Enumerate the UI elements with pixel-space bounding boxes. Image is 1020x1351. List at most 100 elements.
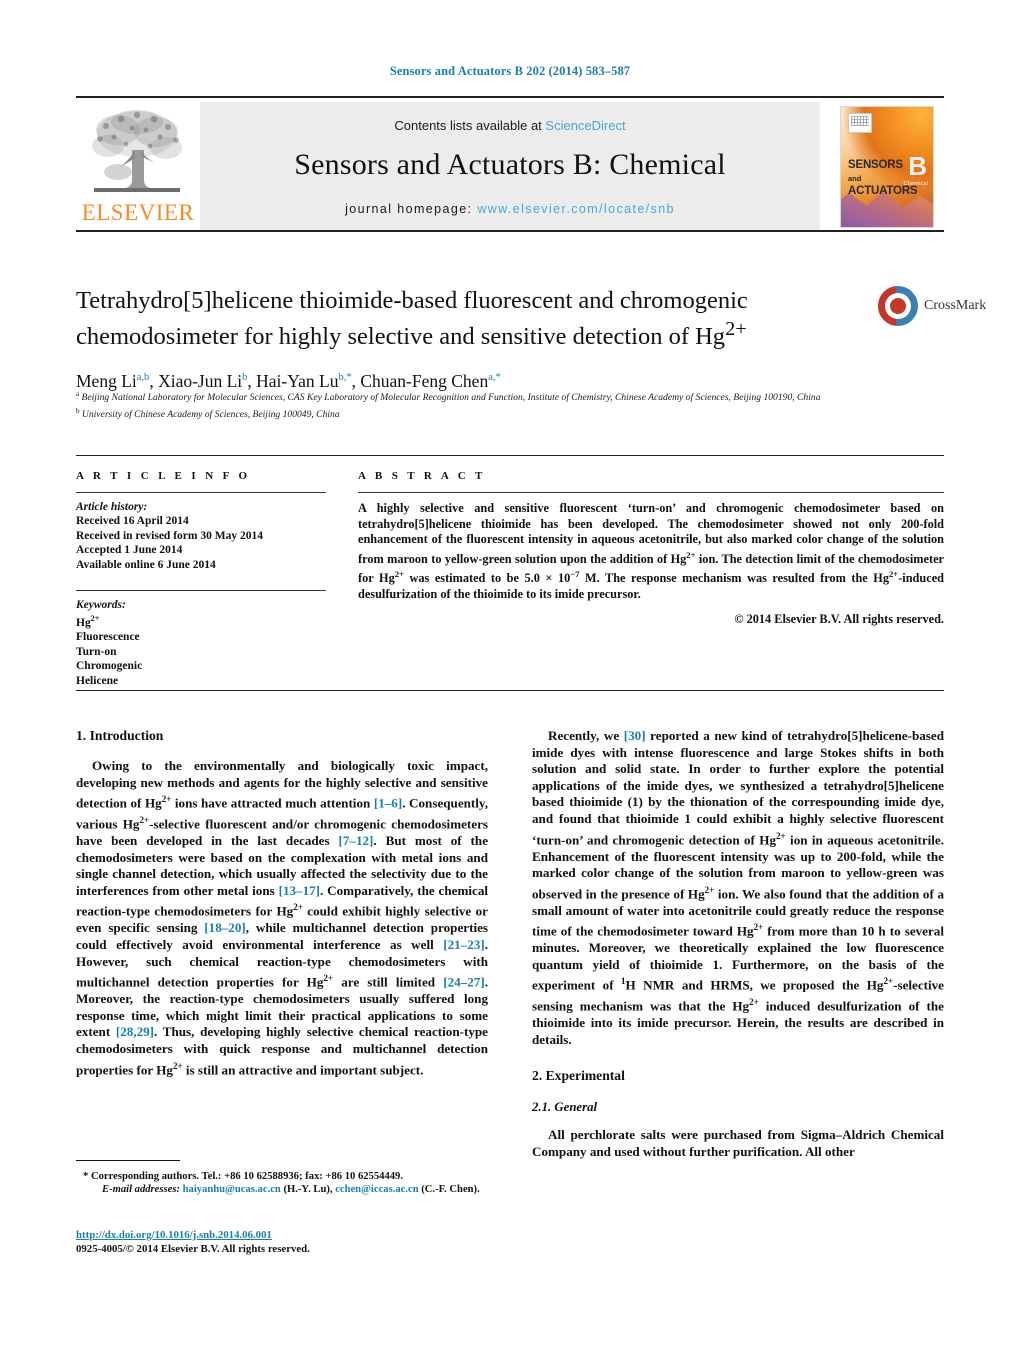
email-link-1[interactable]: haiyanhu@ucas.ac.cn <box>183 1184 281 1195</box>
title-line-2: chemodosimeter for highly selective and … <box>76 323 726 351</box>
cover-line1-small: and <box>848 173 862 183</box>
inline-superscript: 2+ <box>883 976 894 987</box>
inline-superscript: 2+ <box>139 815 150 826</box>
affiliation-a-text: Beijing National Laboratory for Molecula… <box>81 392 821 404</box>
sciencedirect-link[interactable]: ScienceDirect <box>545 118 625 133</box>
abstract-divider <box>358 492 944 493</box>
doi-link[interactable]: http://dx.doi.org/10.1016/j.snb.2014.06.… <box>76 1228 506 1242</box>
title-superscript: 2+ <box>725 318 747 340</box>
doi-block: http://dx.doi.org/10.1016/j.snb.2014.06.… <box>76 1228 506 1256</box>
journal-masthead: ELSEVIER Contents lists available at Sci… <box>76 96 944 232</box>
author-1-affil: a,b <box>136 372 150 384</box>
email-note: E-mail addresses: haiyanhu@ucas.ac.cn (H… <box>76 1183 506 1196</box>
body-right-column: Recently, we [30] reported a new kind of… <box>532 728 944 1161</box>
keywords-divider <box>76 590 326 591</box>
article-info-heading: A R T I C L E I N F O <box>76 470 251 482</box>
history-received: Received 16 April 2014 <box>76 515 189 527</box>
crossmark-inner-dot-icon <box>890 298 906 314</box>
journal-homepage-line: journal homepage: www.elsevier.com/locat… <box>200 202 820 216</box>
issn-copyright-line: 0925-4005/© 2014 Elsevier B.V. All right… <box>76 1243 310 1255</box>
inline-superscript: 2+ <box>323 973 334 984</box>
page-title: Tetrahydro[5]helicene thioimide-based fl… <box>76 286 866 351</box>
abstract-copyright: © 2014 Elsevier B.V. All rights reserved… <box>734 611 944 626</box>
masthead-center-panel: Contents lists available at ScienceDirec… <box>200 102 820 230</box>
affiliation-b: b University of Chinese Academy of Scien… <box>76 405 866 422</box>
inline-superscript: 2+ <box>776 830 786 841</box>
inline-superscript: 2+ <box>172 1060 183 1071</box>
history-online: Available online 6 June 2014 <box>76 558 216 571</box>
footnote-block: * Corresponding authors. Tel.: +86 10 62… <box>76 1170 506 1197</box>
abstract-text: A highly selective and sensitive fluores… <box>358 501 944 603</box>
keyword-item: Helicene <box>76 674 119 687</box>
section-heading-experimental: 2. Experimental <box>532 1068 625 1084</box>
email-label: E-mail addresses: <box>102 1184 180 1196</box>
journal-cover-thumbnail: SENSORS and ACTUATORS B Chemical <box>832 102 942 230</box>
info-section-top-rule <box>76 455 944 456</box>
homepage-label: journal homepage: <box>345 202 478 216</box>
crossmark-label: CrossMark <box>924 298 987 313</box>
elsevier-wordmark: ELSEVIER <box>81 200 195 225</box>
email-link-2[interactable]: cchen@iccas.ac.cn <box>335 1184 418 1195</box>
article-info-divider <box>76 492 326 493</box>
history-accepted: Accepted 1 June 2014 <box>76 544 183 556</box>
elsevier-logo: ELSEVIER <box>76 102 198 230</box>
contents-available-line: Contents lists available at ScienceDirec… <box>200 118 820 133</box>
cover-title-text: SENSORS and ACTUATORS <box>848 159 918 198</box>
corresponding-author-note: * Corresponding authors. Tel.: +86 10 62… <box>76 1170 506 1183</box>
section-heading-introduction: 1. Introduction <box>76 728 164 743</box>
keyword-item: Fluorescence <box>76 631 140 644</box>
keyword-0-text: Hg <box>76 616 91 629</box>
keyword-0-sup: 2+ <box>90 614 100 623</box>
corresponding-text: Corresponding authors. Tel.: +86 10 6258… <box>90 1171 404 1182</box>
email-owner-1: (H.-Y. Lu), <box>283 1184 333 1196</box>
citation-link[interactable]: [13–17] <box>279 883 320 898</box>
citation-link[interactable]: [28,29] <box>116 1024 154 1039</box>
inline-superscript: 2+ <box>293 902 303 913</box>
author-4-affil: a,* <box>488 372 501 384</box>
info-section-bottom-rule <box>76 690 944 691</box>
inline-superscript: 2+ <box>704 884 715 895</box>
abstract-sup-0: 2+ <box>686 549 696 560</box>
keyword-item: Hg2+ <box>76 612 326 630</box>
author-3-affil: b,* <box>338 372 352 384</box>
citation-link[interactable]: [18–20] <box>204 920 245 935</box>
abstract-column: A B S T R A C T A highly selective and s… <box>358 470 944 627</box>
history-revised: Received in revised form 30 May 2014 <box>76 529 263 542</box>
citation-link[interactable]: [21–23] <box>443 937 484 952</box>
citation-link[interactable]: [7–12] <box>338 833 373 848</box>
inline-superscript: 2+ <box>749 997 759 1008</box>
affiliation-a: a Beijing National Laboratory for Molecu… <box>76 388 866 405</box>
paper-page: Sensors and Actuators B 202 (2014) 583–5… <box>0 0 1020 1351</box>
affiliation-b-text: University of Chinese Academy of Science… <box>81 408 340 420</box>
elsevier-tree-icon <box>92 110 182 192</box>
citation-link[interactable]: [1–6] <box>374 796 402 811</box>
article-history-label: Article history: <box>76 501 148 513</box>
inline-superscript: 1 <box>621 976 626 987</box>
keywords-block: Keywords: Hg2+ Fluorescence Turn-on Chro… <box>76 590 326 688</box>
abstract-part-2: was estimated to be 5.0 × 10 <box>403 571 571 586</box>
intro-paragraph-2: Recently, we [30] reported a new kind of… <box>532 728 945 1047</box>
abstract-sup-3: 2+ <box>889 569 899 580</box>
footnote-rule <box>76 1160 180 1161</box>
experimental-section: 2. Experimental 2.1. General All perchlo… <box>532 1068 944 1160</box>
cover-elsevier-mark-icon <box>848 113 872 133</box>
crossmark-badge[interactable]: CrossMark <box>878 286 986 346</box>
title-line-1: Tetrahydro[5]helicene thioimide-based fl… <box>76 287 748 314</box>
inline-superscript: 2+ <box>161 794 172 805</box>
abstract-sup-1: 2+ <box>394 569 404 580</box>
article-info-column: A R T I C L E I N F O Article history: R… <box>76 470 326 688</box>
crossmark-logo-icon <box>878 286 918 326</box>
affiliations: a Beijing National Laboratory for Molecu… <box>76 388 866 421</box>
corresponding-marker: * <box>83 1171 89 1182</box>
title-block: Tetrahydro[5]helicene thioimide-based fl… <box>76 286 866 392</box>
cover-line1: SENSORS <box>848 159 903 171</box>
running-head: Sensors and Actuators B 202 (2014) 583–5… <box>389 64 631 78</box>
intro-paragraph-1: Owing to the environmentally and biologi… <box>76 758 489 1077</box>
citation-link[interactable]: [24–27] <box>443 975 484 990</box>
cover-volume-letter: B <box>908 151 927 181</box>
citation-link[interactable]: [30] <box>624 728 646 743</box>
email-owner-2: (C.-F. Chen). <box>421 1184 480 1196</box>
body-left-column: 1. Introduction Owing to the environment… <box>76 728 488 1078</box>
homepage-url-link[interactable]: www.elsevier.com/locate/snb <box>477 202 675 216</box>
contents-prefix: Contents lists available at <box>394 118 546 133</box>
